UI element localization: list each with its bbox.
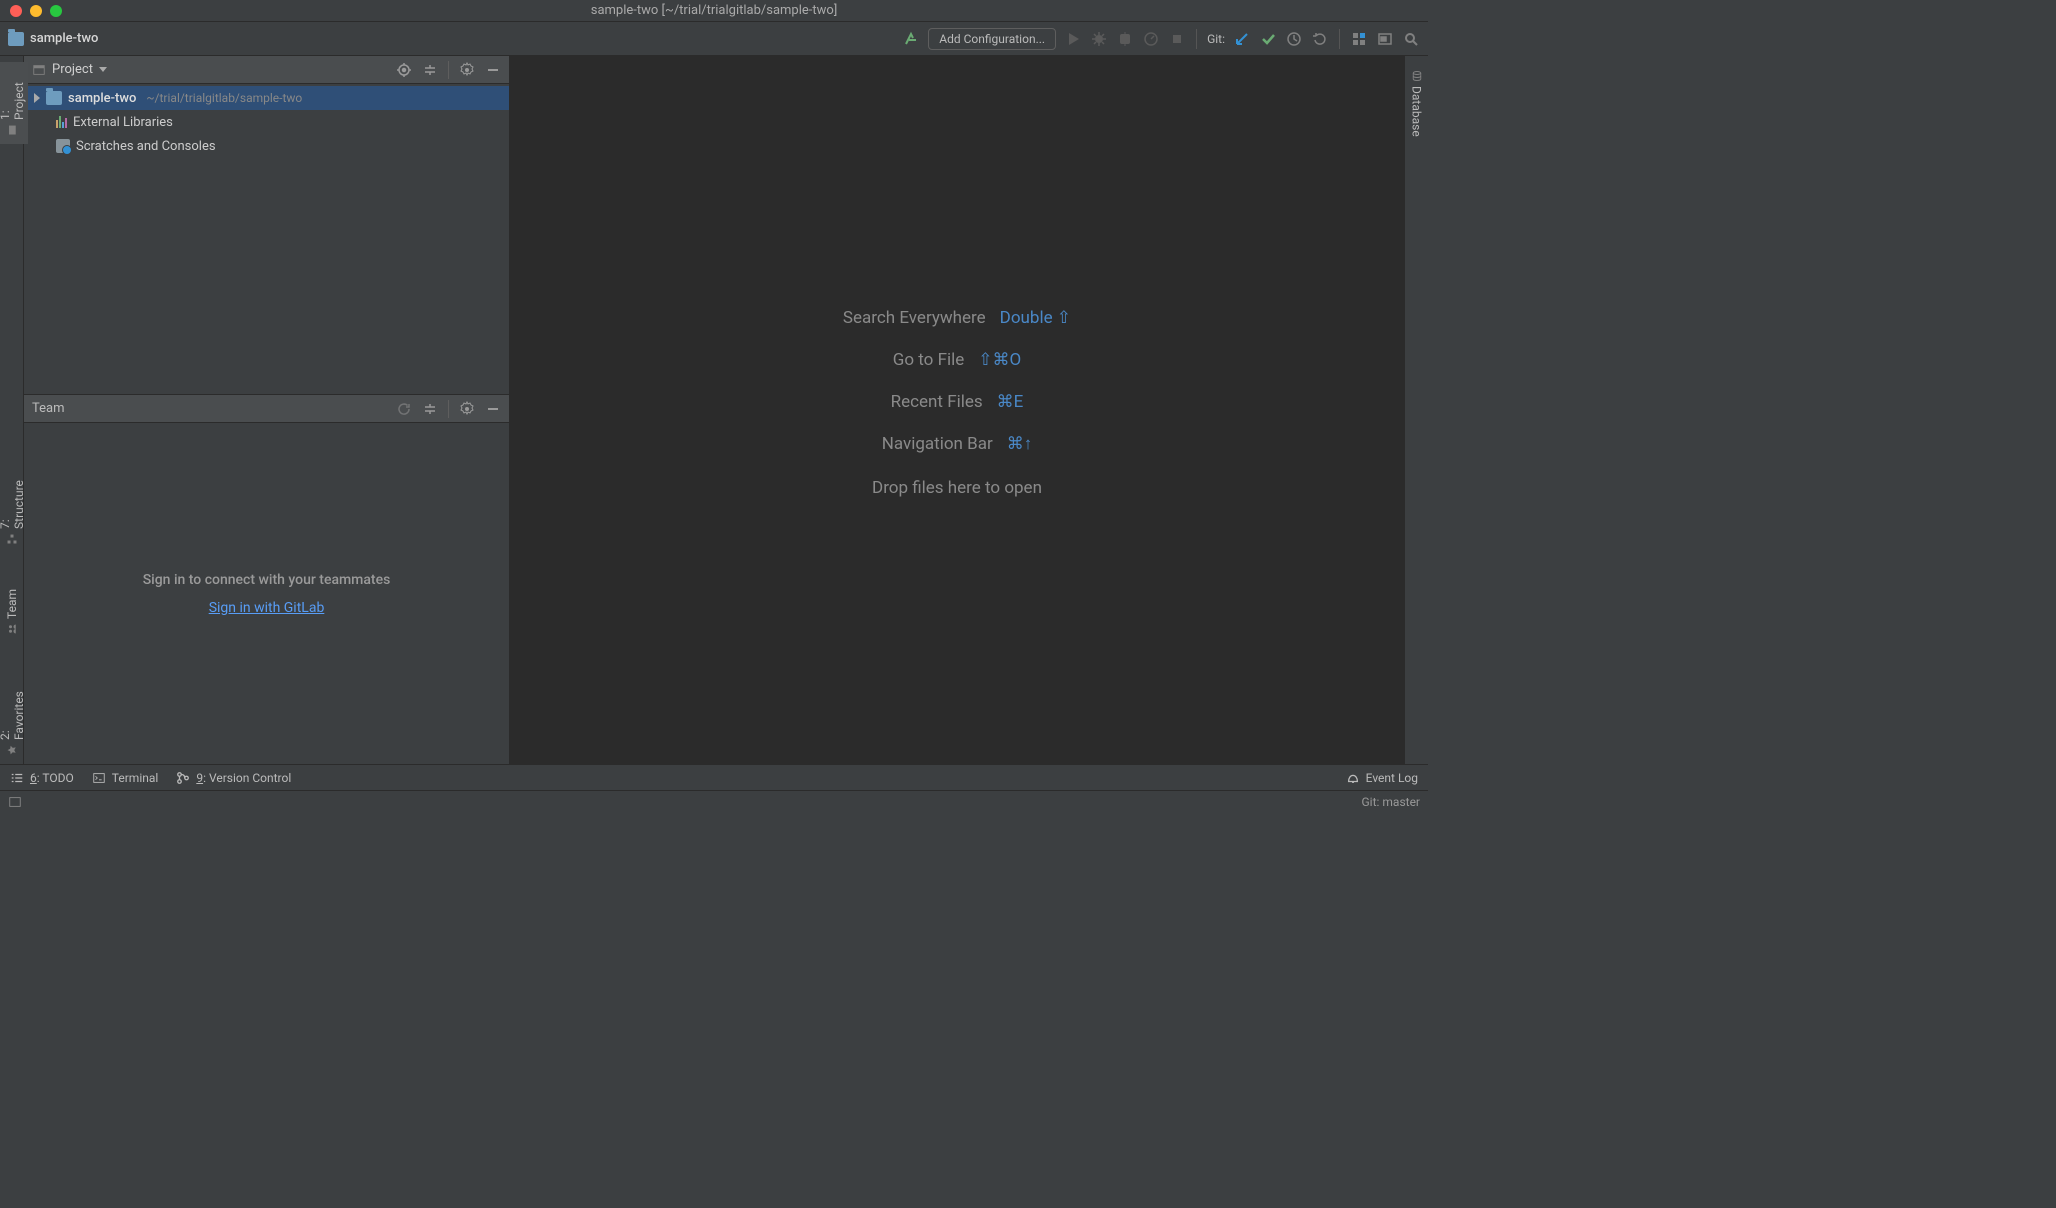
- tool-tab-structure[interactable]: 7: Structure: [0, 460, 28, 553]
- tool-tab-version-control[interactable]: 9: Version Control: [176, 771, 291, 785]
- status-bar: Git: master: [0, 790, 1428, 812]
- minimize-window-button[interactable]: [30, 5, 42, 17]
- status-git-branch[interactable]: Git: master: [1362, 795, 1421, 809]
- tool-tab-team[interactable]: Team: [3, 581, 21, 643]
- hint-navigation-bar: Navigation Bar ⌘↑: [882, 434, 1033, 454]
- tree-external-libraries[interactable]: External Libraries: [24, 110, 509, 134]
- hint-goto-file: Go to File ⇧⌘O: [893, 350, 1021, 370]
- hint-search-everywhere: Search Everywhere Double ⇧: [843, 308, 1071, 328]
- tool-tab-todo[interactable]: 6: TODO: [10, 771, 74, 785]
- scratches-icon: [56, 139, 70, 153]
- git-label: Git:: [1207, 32, 1225, 46]
- libraries-icon: [56, 116, 67, 128]
- tool-tab-database[interactable]: Database: [1408, 62, 1426, 145]
- project-structure-icon[interactable]: [1350, 30, 1368, 48]
- team-panel-header: Team: [24, 395, 509, 423]
- vcs-commit-icon[interactable]: [1259, 30, 1277, 48]
- tool-tab-favorites[interactable]: 2: Favorites: [0, 671, 28, 764]
- vcs-history-icon[interactable]: [1285, 30, 1303, 48]
- refresh-icon[interactable]: [396, 401, 412, 417]
- stop-icon[interactable]: [1168, 30, 1186, 48]
- search-everywhere-icon[interactable]: [1402, 30, 1420, 48]
- collapse-all-icon[interactable]: [422, 62, 438, 78]
- coverage-icon[interactable]: [1116, 30, 1134, 48]
- right-tool-gutter: Database: [1404, 56, 1428, 764]
- panel-settings-icon[interactable]: [459, 62, 475, 78]
- collapse-all-icon[interactable]: [422, 401, 438, 417]
- locate-icon[interactable]: [396, 62, 412, 78]
- hide-panel-icon[interactable]: [485, 62, 501, 78]
- project-view-icon: [32, 63, 46, 77]
- project-tree[interactable]: sample-two ~/trial/trialgitlab/sample-tw…: [24, 84, 509, 394]
- toggle-tool-windows-icon[interactable]: [8, 795, 22, 809]
- maximize-window-button[interactable]: [50, 5, 62, 17]
- ide-settings-icon[interactable]: [1376, 30, 1394, 48]
- tree-scratches[interactable]: Scratches and Consoles: [24, 134, 509, 158]
- hide-panel-icon[interactable]: [485, 401, 501, 417]
- signin-gitlab-link[interactable]: Sign in with GitLab: [209, 600, 325, 616]
- project-panel-header: Project: [24, 56, 509, 84]
- close-window-button[interactable]: [10, 5, 22, 17]
- tool-tab-project[interactable]: 1: Project: [0, 62, 28, 144]
- folder-icon: [46, 91, 62, 105]
- tree-root[interactable]: sample-two ~/trial/trialgitlab/sample-tw…: [24, 86, 509, 110]
- editor-area[interactable]: Search Everywhere Double ⇧ Go to File ⇧⌘…: [510, 56, 1404, 764]
- vcs-update-icon[interactable]: [1233, 30, 1251, 48]
- window-titlebar: sample-two [~/trial/trialgitlab/sample-t…: [0, 0, 1428, 22]
- breadcrumb-project[interactable]: sample-two: [30, 31, 98, 46]
- run-icon[interactable]: [1064, 30, 1082, 48]
- chevron-down-icon: [99, 67, 107, 72]
- add-configuration-button[interactable]: Add Configuration...: [928, 28, 1056, 50]
- team-panel-title: Team: [32, 401, 65, 416]
- main-toolbar: sample-two Add Configuration... Git:: [0, 22, 1428, 56]
- project-folder-icon: [8, 32, 24, 46]
- project-view-selector[interactable]: Project: [52, 62, 107, 77]
- bottom-toolbar: 6: TODO Terminal 9: Version Control Even…: [0, 764, 1428, 790]
- vcs-revert-icon[interactable]: [1311, 30, 1329, 48]
- profile-icon[interactable]: [1142, 30, 1160, 48]
- tool-tab-event-log[interactable]: Event Log: [1346, 771, 1418, 785]
- left-tool-gutter: 1: Project 7: Structure Team 2: Favorite…: [0, 56, 24, 764]
- window-title: sample-two [~/trial/trialgitlab/sample-t…: [591, 3, 838, 18]
- hint-recent-files: Recent Files ⌘E: [891, 392, 1024, 412]
- debug-icon[interactable]: [1090, 30, 1108, 48]
- expand-arrow-icon[interactable]: [34, 93, 40, 103]
- team-signin-message: Sign in to connect with your teammates: [143, 572, 391, 588]
- sidebar: Project sample-two ~/trial/trialgitlab/s…: [24, 56, 510, 764]
- build-icon[interactable]: [902, 30, 920, 48]
- drop-files-message: Drop files here to open: [872, 478, 1042, 498]
- tool-tab-terminal[interactable]: Terminal: [92, 771, 159, 785]
- team-panel: Team Sign in to connect with your teamma…: [24, 394, 509, 764]
- panel-settings-icon[interactable]: [459, 401, 475, 417]
